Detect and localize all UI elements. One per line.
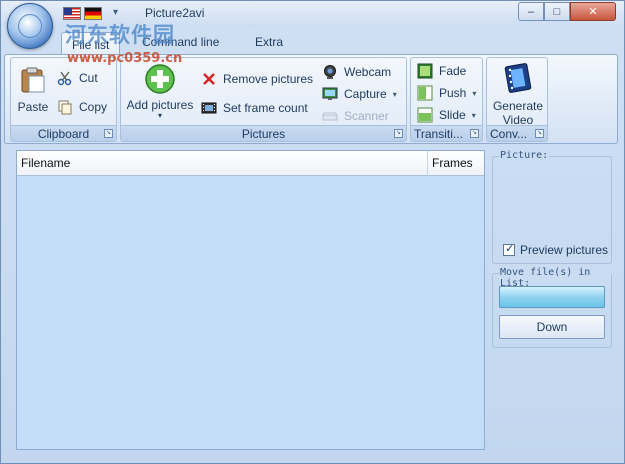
push-dropdown-icon: ▾ (472, 88, 477, 98)
move-up-button[interactable] (499, 286, 605, 308)
application-menu-button[interactable] (7, 3, 53, 49)
slide-button[interactable]: Slide ▾ (417, 107, 476, 123)
copy-button[interactable]: Copy (57, 99, 107, 115)
capture-dropdown-icon: ▾ (392, 89, 397, 99)
clipboard-launcher-icon[interactable]: ↘ (104, 129, 113, 138)
move-files-box: Move file(s) in List: Down (492, 267, 612, 348)
push-icon (417, 85, 433, 101)
app-orb-icon (18, 14, 42, 38)
checkbox-icon (503, 242, 515, 256)
cut-label: Cut (79, 71, 98, 85)
scanner-label: Scanner (344, 109, 389, 123)
set-frame-count-label: Set frame count (223, 101, 308, 115)
picture-legend: Picture: (499, 150, 550, 161)
fade-button[interactable]: Fade (417, 63, 466, 79)
app-window: Picture2avi ▾ – □ ✕ 河东软件园 www.pc0359.cn … (0, 0, 625, 464)
fade-label: Fade (439, 64, 467, 78)
add-pictures-button[interactable]: Add pictures ▾ (124, 61, 196, 123)
monitor-icon (322, 87, 338, 100)
transitions-launcher-icon[interactable]: ↘ (470, 129, 479, 138)
convert-group: Generate Video Conv... ↘ (486, 57, 548, 142)
file-list[interactable]: Filename Frames (16, 150, 485, 450)
push-button[interactable]: Push ▾ (417, 85, 476, 101)
tab-extra[interactable]: Extra (245, 35, 293, 55)
push-label: Push (439, 86, 467, 100)
maximize-button[interactable]: □ (544, 2, 570, 21)
capture-label: Capture (344, 87, 387, 101)
generate-video-label-line1: Generate (492, 99, 544, 113)
paste-button[interactable]: Paste (15, 64, 51, 120)
add-plus-icon (145, 64, 175, 94)
add-pictures-label: Add pictures (126, 98, 194, 112)
copy-label: Copy (79, 100, 108, 114)
film-strip-icon (201, 102, 217, 114)
picture-preview-box: Picture: Preview pictures (492, 150, 612, 264)
close-button[interactable]: ✕ (570, 2, 616, 21)
clipboard-group-label: Clipboard (11, 125, 116, 141)
webcam-label: Webcam (344, 65, 392, 79)
slide-icon (417, 107, 433, 123)
window-title: Picture2avi (145, 6, 205, 20)
clipboard-group: Paste Cut Copy Clipboard ↘ (10, 57, 117, 142)
ribbon: Paste Cut Copy Clipboard ↘ Add pictures … (4, 54, 618, 144)
column-frames[interactable]: Frames (428, 151, 484, 176)
set-frame-count-button[interactable]: Set frame count (201, 100, 308, 116)
red-x-icon (203, 73, 215, 85)
slide-dropdown-icon: ▾ (471, 110, 476, 120)
file-list-header: Filename Frames (17, 151, 484, 176)
watermark-url: www.pc0359.cn (67, 51, 183, 66)
move-down-button[interactable]: Down (499, 315, 605, 339)
transitions-group: Fade Push ▾ Slide ▾ Transiti... ↘ (410, 57, 483, 142)
scissors-icon (57, 71, 72, 86)
preview-pictures-checkbox[interactable]: Preview pictures (503, 242, 609, 257)
add-pictures-dropdown-icon: ▾ (157, 111, 162, 120)
fade-icon (417, 63, 433, 79)
pictures-group-label: Pictures (121, 125, 406, 141)
generate-video-button[interactable]: Generate Video (489, 61, 547, 127)
scanner-button[interactable]: Scanner (322, 108, 389, 124)
paste-label: Paste (17, 100, 49, 114)
cut-button[interactable]: Cut (57, 70, 98, 86)
webcam-icon (324, 65, 336, 79)
remove-pictures-button[interactable]: Remove pictures (201, 71, 313, 87)
capture-button[interactable]: Capture ▾ (322, 86, 397, 102)
scanner-icon (322, 112, 338, 121)
pictures-group: Add pictures ▾ Remove pictures Set frame… (120, 57, 407, 142)
copy-icon (58, 100, 72, 115)
remove-pictures-label: Remove pictures (223, 72, 314, 86)
slide-label: Slide (439, 108, 466, 122)
webcam-button[interactable]: Webcam (322, 64, 391, 80)
minimize-button[interactable]: – (518, 2, 544, 21)
column-filename[interactable]: Filename (17, 151, 428, 176)
preview-pictures-label: Preview pictures (520, 243, 609, 257)
paste-icon (21, 67, 45, 93)
watermark-text: 河东软件园 (65, 22, 175, 47)
film-reel-icon (504, 63, 532, 93)
convert-launcher-icon[interactable]: ↘ (535, 129, 544, 138)
pictures-launcher-icon[interactable]: ↘ (394, 129, 403, 138)
